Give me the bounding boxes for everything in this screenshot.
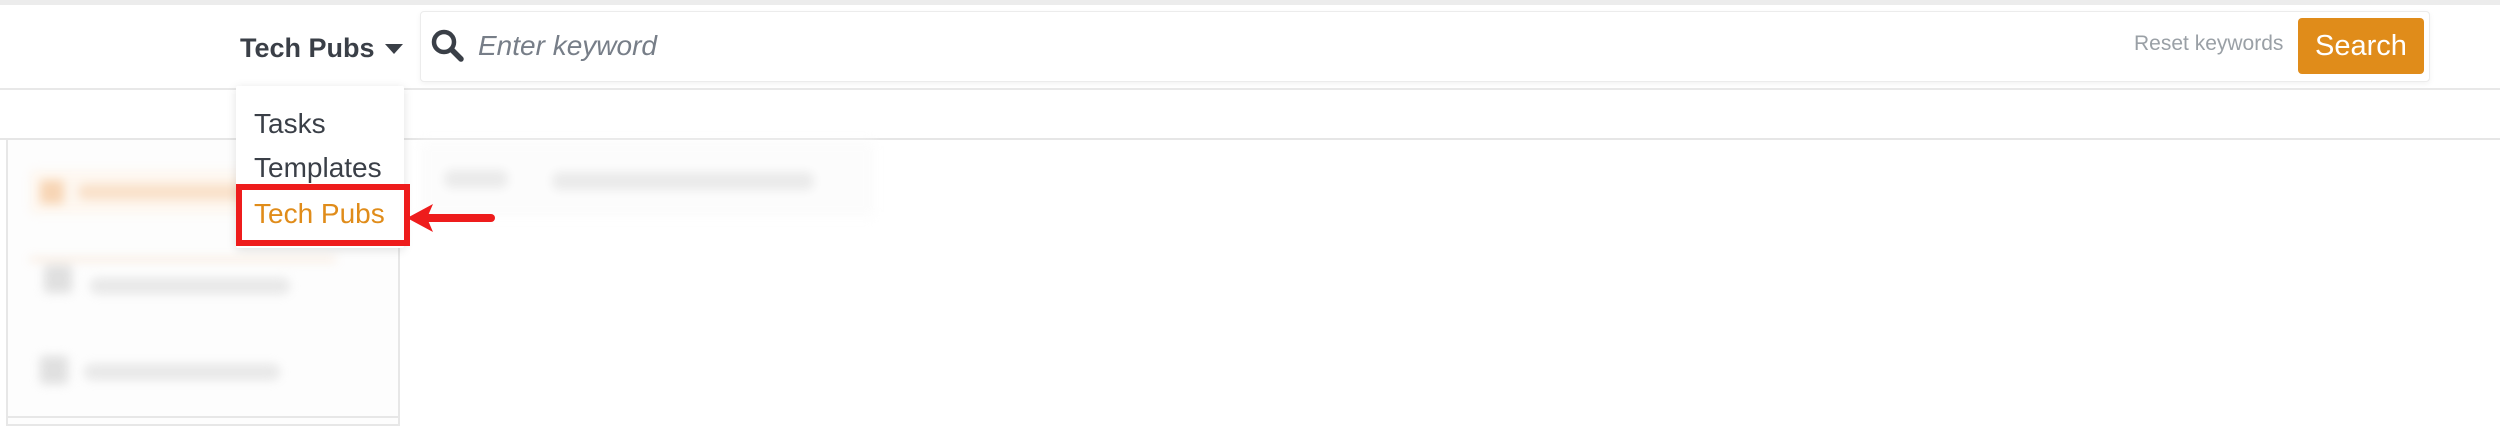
menu-item-templates[interactable]: Templates xyxy=(254,152,382,188)
nav-item-active-icon xyxy=(40,180,64,204)
tab-placeholder xyxy=(444,170,508,188)
annotation-arrow-icon xyxy=(407,204,495,232)
search-input[interactable] xyxy=(478,22,2118,70)
menu-item-tasks[interactable]: Tasks xyxy=(254,108,326,144)
search-icon xyxy=(431,29,464,62)
nav-item-text-placeholder xyxy=(84,364,280,380)
caret-down-icon xyxy=(384,44,403,54)
nav-item-icon xyxy=(44,265,72,293)
reset-keywords-link[interactable]: Reset keywords xyxy=(2134,32,2283,62)
nav-active-underline xyxy=(30,258,336,261)
nav-item-icon xyxy=(40,356,68,384)
tab-placeholder xyxy=(552,172,814,190)
search-scope-label: Tech Pubs xyxy=(240,32,375,63)
nav-item-text-placeholder xyxy=(90,278,290,294)
annotation-highlight-box xyxy=(236,184,410,246)
search-scope-dropdown[interactable]: Tech Pubs xyxy=(240,28,403,68)
search-button[interactable]: Search xyxy=(2298,18,2424,74)
